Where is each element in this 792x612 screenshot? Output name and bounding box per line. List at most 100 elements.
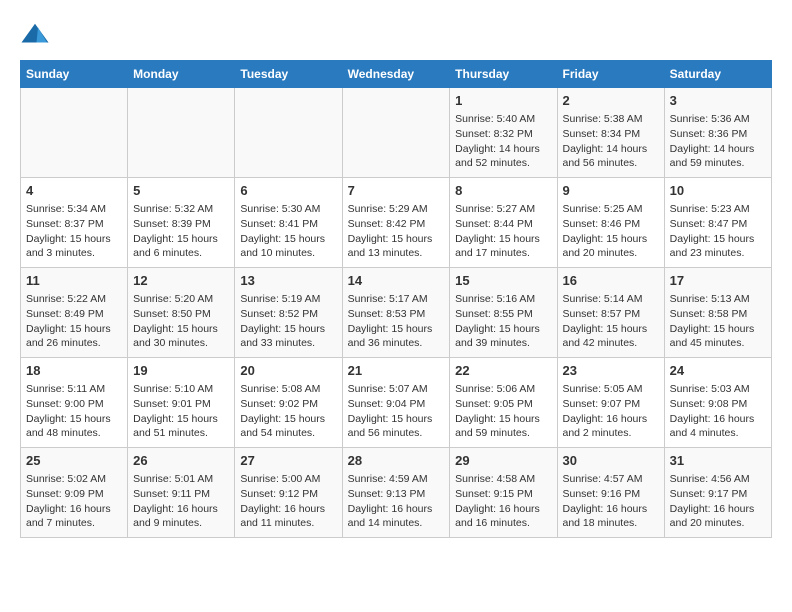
day-info: Sunrise: 5:11 AMSunset: 9:00 PMDaylight:… [26, 382, 122, 441]
day-info: Sunrise: 5:01 AMSunset: 9:11 PMDaylight:… [133, 472, 229, 531]
day-number: 16 [563, 272, 659, 290]
day-info: Sunrise: 5:38 AMSunset: 8:34 PMDaylight:… [563, 112, 659, 171]
day-info: Sunrise: 5:22 AMSunset: 8:49 PMDaylight:… [26, 292, 122, 351]
logo [20, 20, 54, 50]
calendar-cell: 18 Sunrise: 5:11 AMSunset: 9:00 PMDayligh… [21, 358, 128, 448]
calendar-cell: 12 Sunrise: 5:20 AMSunset: 8:50 PMDayligh… [128, 268, 235, 358]
day-info: Sunrise: 5:00 AMSunset: 9:12 PMDaylight:… [240, 472, 336, 531]
day-number: 3 [670, 92, 766, 110]
calendar-cell: 13Sunrise: 5:19 AMSunset: 8:52 PMDayligh… [235, 268, 342, 358]
day-number: 18 [26, 362, 122, 380]
header-monday: Monday [128, 61, 235, 88]
calendar-cell: 25 Sunrise: 5:02 AMSunset: 9:09 PMDayligh… [21, 448, 128, 538]
day-info: Sunrise: 5:17 AMSunset: 8:53 PMDaylight:… [348, 292, 445, 351]
calendar-cell: 28 Sunrise: 4:59 AMSunset: 9:13 PMDayligh… [342, 448, 450, 538]
calendar-cell: 29 Sunrise: 4:58 AMSunset: 9:15 PMDayligh… [450, 448, 557, 538]
calendar-cell: 6 Sunrise: 5:30 AMSunset: 8:41 PMDaylight… [235, 178, 342, 268]
calendar-cell: 23Sunrise: 5:05 AMSunset: 9:07 PMDayligh… [557, 358, 664, 448]
calendar-cell: 17 Sunrise: 5:13 AMSunset: 8:58 PMDayligh… [664, 268, 771, 358]
day-number: 28 [348, 452, 445, 470]
day-number: 27 [240, 452, 336, 470]
day-number: 7 [348, 182, 445, 200]
day-info: Sunrise: 5:19 AMSunset: 8:52 PMDaylight:… [240, 292, 336, 351]
calendar-cell: 20Sunrise: 5:08 AMSunset: 9:02 PMDayligh… [235, 358, 342, 448]
day-info: Sunrise: 5:27 AMSunset: 8:44 PMDaylight:… [455, 202, 551, 261]
day-info: Sunrise: 5:20 AMSunset: 8:50 PMDaylight:… [133, 292, 229, 351]
day-number: 24 [670, 362, 766, 380]
day-number: 8 [455, 182, 551, 200]
day-number: 25 [26, 452, 122, 470]
day-number: 6 [240, 182, 336, 200]
calendar-cell: 8 Sunrise: 5:27 AMSunset: 8:44 PMDaylight… [450, 178, 557, 268]
day-number: 11 [26, 272, 122, 290]
day-info: Sunrise: 5:40 AMSunset: 8:32 PMDaylight:… [455, 112, 551, 171]
day-info: Sunrise: 4:59 AMSunset: 9:13 PMDaylight:… [348, 472, 445, 531]
day-info: Sunrise: 5:30 AMSunset: 8:41 PMDaylight:… [240, 202, 336, 261]
calendar-cell: 5 Sunrise: 5:32 AMSunset: 8:39 PMDaylight… [128, 178, 235, 268]
day-info: Sunrise: 5:23 AMSunset: 8:47 PMDaylight:… [670, 202, 766, 261]
calendar-cell [128, 88, 235, 178]
calendar-cell [235, 88, 342, 178]
day-number: 22 [455, 362, 551, 380]
calendar-cell: 26 Sunrise: 5:01 AMSunset: 9:11 PMDayligh… [128, 448, 235, 538]
calendar-week-4: 18 Sunrise: 5:11 AMSunset: 9:00 PMDayligh… [21, 358, 772, 448]
day-info: Sunrise: 5:08 AMSunset: 9:02 PMDaylight:… [240, 382, 336, 441]
day-number: 12 [133, 272, 229, 290]
calendar-cell: 7Sunrise: 5:29 AMSunset: 8:42 PMDaylight… [342, 178, 450, 268]
day-info: Sunrise: 4:58 AMSunset: 9:15 PMDaylight:… [455, 472, 551, 531]
calendar-week-3: 11 Sunrise: 5:22 AMSunset: 8:49 PMDayligh… [21, 268, 772, 358]
day-number: 31 [670, 452, 766, 470]
calendar-cell: 3 Sunrise: 5:36 AMSunset: 8:36 PMDaylight… [664, 88, 771, 178]
calendar-cell: 2 Sunrise: 5:38 AMSunset: 8:34 PMDaylight… [557, 88, 664, 178]
day-number: 14 [348, 272, 445, 290]
day-info: Sunrise: 5:07 AMSunset: 9:04 PMDaylight:… [348, 382, 445, 441]
day-number: 4 [26, 182, 122, 200]
day-number: 2 [563, 92, 659, 110]
calendar-cell: 11 Sunrise: 5:22 AMSunset: 8:49 PMDayligh… [21, 268, 128, 358]
day-number: 26 [133, 452, 229, 470]
calendar-cell: 15 Sunrise: 5:16 AMSunset: 8:55 PMDayligh… [450, 268, 557, 358]
day-number: 15 [455, 272, 551, 290]
day-info: Sunrise: 5:13 AMSunset: 8:58 PMDaylight:… [670, 292, 766, 351]
day-number: 21 [348, 362, 445, 380]
header-thursday: Thursday [450, 61, 557, 88]
header-friday: Friday [557, 61, 664, 88]
calendar-cell: 21 Sunrise: 5:07 AMSunset: 9:04 PMDayligh… [342, 358, 450, 448]
day-info: Sunrise: 5:10 AMSunset: 9:01 PMDaylight:… [133, 382, 229, 441]
calendar-header-row: SundayMondayTuesdayWednesdayThursdayFrid… [21, 61, 772, 88]
day-number: 17 [670, 272, 766, 290]
day-number: 10 [670, 182, 766, 200]
day-info: Sunrise: 4:57 AMSunset: 9:16 PMDaylight:… [563, 472, 659, 531]
page-header [20, 20, 772, 50]
day-info: Sunrise: 5:03 AMSunset: 9:08 PMDaylight:… [670, 382, 766, 441]
calendar-cell [21, 88, 128, 178]
calendar-cell: 31 Sunrise: 4:56 AMSunset: 9:17 PMDayligh… [664, 448, 771, 538]
calendar-cell: 9 Sunrise: 5:25 AMSunset: 8:46 PMDaylight… [557, 178, 664, 268]
day-info: Sunrise: 5:36 AMSunset: 8:36 PMDaylight:… [670, 112, 766, 171]
day-info: Sunrise: 5:14 AMSunset: 8:57 PMDaylight:… [563, 292, 659, 351]
day-info: Sunrise: 5:32 AMSunset: 8:39 PMDaylight:… [133, 202, 229, 261]
calendar-week-5: 25 Sunrise: 5:02 AMSunset: 9:09 PMDayligh… [21, 448, 772, 538]
calendar-cell: 10 Sunrise: 5:23 AMSunset: 8:47 PMDayligh… [664, 178, 771, 268]
header-wednesday: Wednesday [342, 61, 450, 88]
day-number: 5 [133, 182, 229, 200]
calendar-cell: 14 Sunrise: 5:17 AMSunset: 8:53 PMDayligh… [342, 268, 450, 358]
calendar-cell [342, 88, 450, 178]
calendar-cell: 4 Sunrise: 5:34 AMSunset: 8:37 PMDaylight… [21, 178, 128, 268]
day-info: Sunrise: 5:34 AMSunset: 8:37 PMDaylight:… [26, 202, 122, 261]
header-saturday: Saturday [664, 61, 771, 88]
day-info: Sunrise: 4:56 AMSunset: 9:17 PMDaylight:… [670, 472, 766, 531]
day-number: 1 [455, 92, 551, 110]
day-info: Sunrise: 5:16 AMSunset: 8:55 PMDaylight:… [455, 292, 551, 351]
calendar-cell: 24 Sunrise: 5:03 AMSunset: 9:08 PMDayligh… [664, 358, 771, 448]
header-tuesday: Tuesday [235, 61, 342, 88]
calendar-cell: 22Sunrise: 5:06 AMSunset: 9:05 PMDayligh… [450, 358, 557, 448]
day-info: Sunrise: 5:05 AMSunset: 9:07 PMDaylight:… [563, 382, 659, 441]
day-number: 9 [563, 182, 659, 200]
day-number: 30 [563, 452, 659, 470]
day-info: Sunrise: 5:25 AMSunset: 8:46 PMDaylight:… [563, 202, 659, 261]
calendar-cell: 16 Sunrise: 5:14 AMSunset: 8:57 PMDayligh… [557, 268, 664, 358]
calendar-cell: 1 Sunrise: 5:40 AMSunset: 8:32 PMDaylight… [450, 88, 557, 178]
day-number: 29 [455, 452, 551, 470]
day-info: Sunrise: 5:02 AMSunset: 9:09 PMDaylight:… [26, 472, 122, 531]
